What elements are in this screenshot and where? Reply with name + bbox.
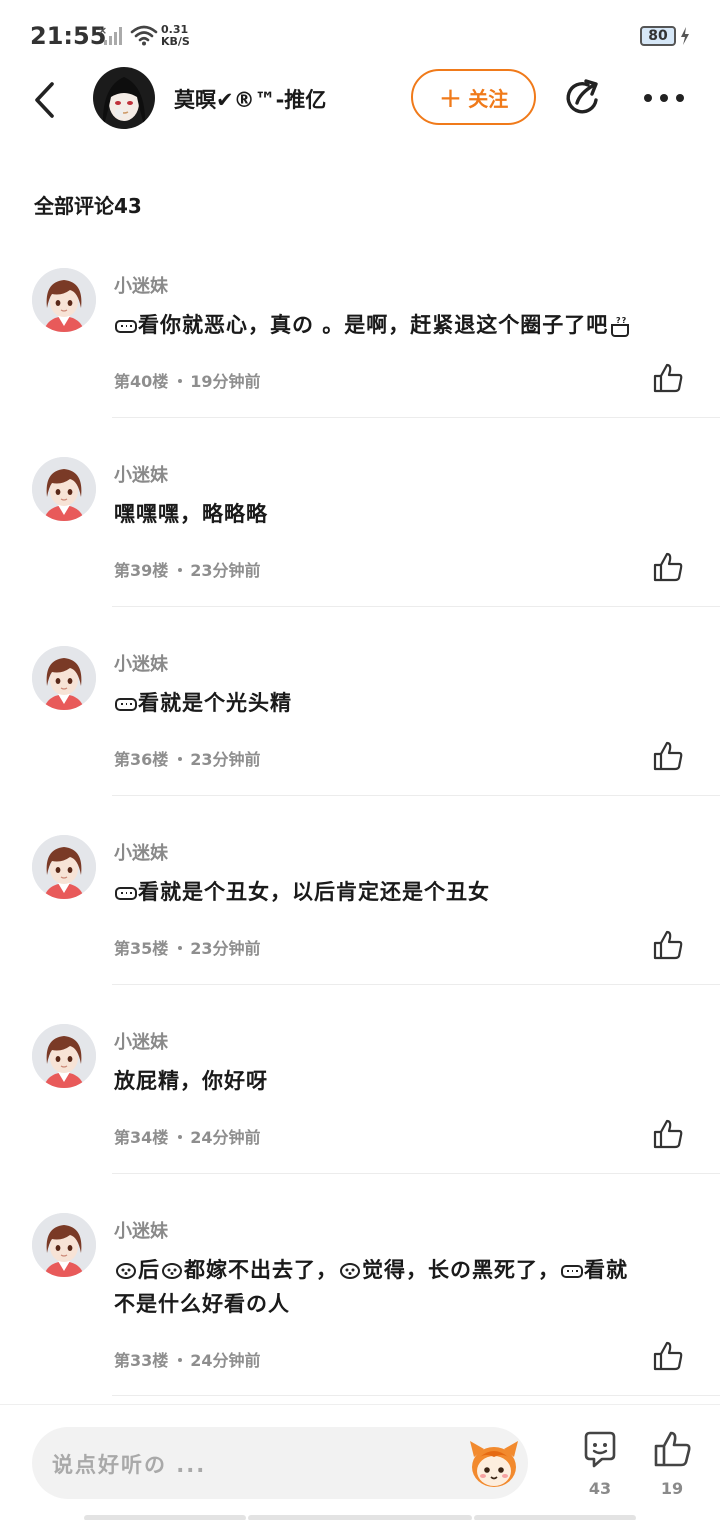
comment-floor: 第33楼 (114, 1351, 169, 1370)
comment-username[interactable]: 小迷妹 (114, 461, 168, 487)
more-icon[interactable] (640, 84, 688, 112)
user-avatar[interactable] (32, 1024, 96, 1088)
user-avatar[interactable] (32, 268, 96, 332)
follow-label: 关注 (468, 86, 509, 111)
comment-text: 放屁精，你好呀 (114, 1069, 268, 1093)
comment-divider (112, 1395, 720, 1396)
comment-username[interactable]: 小迷妹 (114, 1028, 168, 1054)
comment-divider (112, 795, 720, 796)
comment-text-body: 看就是个丑女，以后肯定还是个丑女 (138, 880, 490, 904)
signal-icon: × (98, 24, 122, 45)
comment-text-body: 看你就恶心，真の 。是啊，赶紧退这个圈子了吧 (138, 313, 609, 337)
paw-icon (162, 1263, 182, 1279)
like-count: 19 (660, 1479, 684, 1498)
bottom-bar: 说点好听の ... 43 19 (0, 1404, 720, 1520)
comment-divider (112, 1173, 720, 1174)
comment-username[interactable]: 小迷妹 (114, 1217, 168, 1243)
paw-icon (340, 1263, 360, 1279)
comment-text: 后都嫁不出去了， 觉得，长の黑死了， 看就 不是什么好看の人 (114, 1253, 694, 1321)
comment-meta: 第39楼 23分钟前 (114, 557, 261, 581)
share-icon[interactable] (562, 76, 606, 120)
scroll-indicator (84, 1515, 246, 1520)
comment-time: 19分钟前 (190, 372, 261, 391)
comment-divider (112, 417, 720, 418)
like-icon[interactable] (652, 1340, 684, 1372)
plus-icon: + (438, 80, 463, 114)
comment-count: 43 (588, 1479, 612, 1498)
comments-section-title: 全部评论43 (34, 194, 142, 218)
comment-meta: 第34楼 24分钟前 (114, 1124, 261, 1148)
paw-icon (116, 1263, 136, 1279)
sticker-icon (115, 887, 137, 900)
author-name[interactable]: 莫暝✔®™-推亿 (174, 84, 326, 114)
author-avatar[interactable] (93, 67, 155, 129)
comment-floor: 第34楼 (114, 1128, 169, 1147)
comment-floor: 第36楼 (114, 750, 169, 769)
svg-text:??: ?? (616, 316, 627, 325)
comment-username[interactable]: 小迷妹 (114, 650, 168, 676)
user-avatar[interactable] (32, 835, 96, 899)
comment-time: 24分钟前 (190, 1351, 261, 1370)
post-header: 莫暝✔®™-推亿 + 关注 (0, 62, 720, 134)
comment-time: 23分钟前 (190, 561, 261, 580)
sticker-icon (115, 698, 137, 711)
comment-floor: 第40楼 (114, 372, 169, 391)
comment-text: 看你就恶心，真の 。是啊，赶紧退这个圈子了吧?? (114, 308, 694, 342)
wifi-icon (130, 25, 158, 46)
sticker-icon (115, 320, 137, 333)
comment-input-placeholder: 说点好听の ... (52, 1453, 207, 1477)
network-speed-unit: KB/S (161, 35, 190, 48)
comment-text-line-1: 后都嫁不出去了， 觉得，长の黑死了， 看就 (114, 1253, 694, 1287)
comment-divider (112, 606, 720, 607)
sticker-icon (561, 1265, 583, 1278)
like-icon[interactable] (652, 362, 684, 394)
scroll-indicator (248, 1515, 472, 1520)
scroll-indicator (474, 1515, 636, 1520)
comment-text: 看就是个光头精 (114, 686, 694, 720)
comment-meta: 第40楼 19分钟前 (114, 368, 261, 392)
comment-text-part: 都嫁不出去了， (184, 1258, 338, 1282)
comment-meta: 第36楼 23分钟前 (114, 746, 261, 770)
follow-button[interactable]: + 关注 (411, 69, 536, 125)
comment-input[interactable]: 说点好听の ... (32, 1427, 528, 1499)
comment-time: 24分钟前 (190, 1128, 261, 1147)
like-icon[interactable] (652, 929, 684, 961)
comment-floor: 第35楼 (114, 939, 169, 958)
comment-text-part: 觉得，长の黑死了， (362, 1258, 560, 1282)
comment-meta: 第33楼 24分钟前 (114, 1347, 261, 1371)
comment-meta: 第35楼 23分钟前 (114, 935, 261, 959)
like-icon[interactable] (652, 740, 684, 772)
svg-text:×: × (98, 24, 107, 37)
comment-text-part: 看就 (584, 1258, 628, 1282)
confused-face-icon: ?? (611, 316, 630, 337)
comment-icon[interactable] (580, 1429, 620, 1469)
user-avatar[interactable] (32, 457, 96, 521)
status-time: 21:55 (30, 22, 107, 50)
comment-time: 23分钟前 (190, 750, 261, 769)
like-icon[interactable] (652, 551, 684, 583)
back-icon[interactable] (26, 78, 66, 122)
user-avatar[interactable] (32, 646, 96, 710)
comment-text: 嘿嘿嘿，略略略 (114, 502, 268, 526)
comment-floor: 第39楼 (114, 561, 169, 580)
comment-text-body: 看就是个光头精 (138, 691, 292, 715)
like-icon[interactable] (652, 1118, 684, 1150)
comment-username[interactable]: 小迷妹 (114, 272, 168, 298)
like-icon[interactable] (652, 1429, 692, 1469)
comment-text: 看就是个丑女，以后肯定还是个丑女 (114, 875, 694, 909)
network-speed: 0.31 KB/S (161, 24, 190, 48)
mascot-icon[interactable] (466, 1435, 522, 1491)
comment-time: 23分钟前 (190, 939, 261, 958)
comment-divider (112, 984, 720, 985)
user-avatar[interactable] (32, 1213, 96, 1277)
charging-icon (681, 27, 689, 45)
comment-username[interactable]: 小迷妹 (114, 839, 168, 865)
battery-icon: 80 (640, 26, 676, 46)
comment-text-part: 后 (138, 1258, 160, 1282)
comment-text-line-2: 不是什么好看の人 (114, 1292, 290, 1316)
